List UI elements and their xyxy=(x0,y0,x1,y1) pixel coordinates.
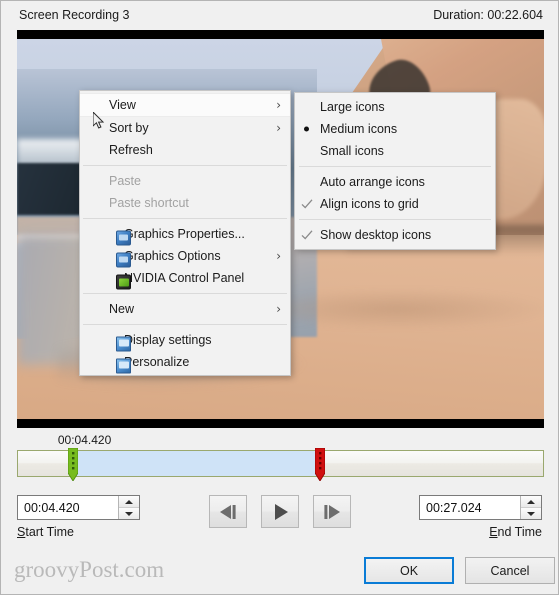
submenu-item-small-icons[interactable]: Small icons xyxy=(295,140,495,162)
caret-up-icon xyxy=(125,499,133,504)
menu-item-label: Personalize xyxy=(124,355,190,369)
menu-item-label: Paste xyxy=(109,174,141,188)
checkmark-icon xyxy=(301,199,313,209)
duration-label: Duration: 00:22.604 xyxy=(433,8,543,22)
display-settings-icon xyxy=(116,336,131,351)
trim-video-dialog: Screen Recording 3 Duration: 00:22.604 V xyxy=(0,0,559,595)
cancel-button[interactable]: Cancel xyxy=(465,557,555,584)
radio-selected-icon xyxy=(304,126,309,132)
menu-item-label: Sort by xyxy=(109,121,149,135)
graphics-properties-icon xyxy=(116,230,131,245)
submenu-item-auto-arrange-icons[interactable]: Auto arrange icons xyxy=(295,171,495,193)
menu-item-paste-shortcut: Paste shortcut xyxy=(80,192,290,214)
next-frame-icon xyxy=(324,504,340,519)
start-time-field[interactable]: 00:04.420 xyxy=(17,495,140,520)
end-time-value[interactable]: 00:27.024 xyxy=(420,501,520,515)
menu-separator xyxy=(299,219,491,220)
nvidia-control-panel-icon xyxy=(116,274,131,289)
previous-frame-icon xyxy=(220,504,236,519)
menu-separator xyxy=(83,293,287,294)
menu-item-label: Refresh xyxy=(109,143,153,157)
ok-button[interactable]: OK xyxy=(364,557,454,584)
submenu-item-large-icons[interactable]: Large icons xyxy=(295,96,495,118)
submenu-item-label: Show desktop icons xyxy=(320,228,432,242)
checkmark-icon xyxy=(301,230,313,240)
menu-item-nvidia-control-panel[interactable]: NVIDIA Control Panel xyxy=(80,267,290,289)
submenu-item-label: Medium icons xyxy=(320,122,398,136)
chevron-right-icon: › xyxy=(276,98,281,112)
personalize-icon xyxy=(116,358,131,373)
menu-item-view[interactable]: View › xyxy=(80,93,290,117)
submenu-item-align-icons-to-grid[interactable]: Align icons to grid xyxy=(295,193,495,215)
menu-separator xyxy=(83,324,287,325)
end-time-label-rest: nd Time xyxy=(497,525,542,539)
submenu-item-label: Align icons to grid xyxy=(320,197,419,211)
video-preview[interactable]: View › Sort by › Refresh Paste Paste shortcut G… xyxy=(17,30,544,428)
menu-separator xyxy=(83,218,287,219)
submenu-item-label: Small icons xyxy=(320,144,384,158)
menu-item-paste: Paste xyxy=(80,170,290,192)
play-button[interactable] xyxy=(261,495,299,528)
end-time-label: End Time xyxy=(489,525,542,539)
menu-separator xyxy=(299,166,491,167)
submenu-item-label: Auto arrange icons xyxy=(320,175,425,189)
menu-item-label: Graphics Properties... xyxy=(124,227,245,241)
menu-item-refresh[interactable]: Refresh xyxy=(80,139,290,161)
view-submenu[interactable]: Large icons Medium icons Small icons Auto a… xyxy=(294,92,496,250)
start-time-value[interactable]: 00:04.420 xyxy=(18,501,118,515)
playhead-time-label: 00:04.420 xyxy=(57,433,112,447)
trim-end-handle[interactable] xyxy=(315,448,326,481)
menu-item-display-settings[interactable]: Display settings xyxy=(80,329,290,351)
start-time-label: Start Time xyxy=(17,525,74,539)
menu-item-label: Graphics Options xyxy=(124,249,221,263)
start-time-increment-button[interactable] xyxy=(119,496,139,508)
end-time-decrement-button[interactable] xyxy=(521,508,541,519)
caret-down-icon xyxy=(527,511,535,516)
page-title: Screen Recording 3 xyxy=(19,8,130,22)
previous-frame-button[interactable] xyxy=(209,495,247,528)
graphics-options-icon xyxy=(116,252,131,267)
menu-item-personalize[interactable]: Personalize xyxy=(80,351,290,373)
submenu-item-medium-icons[interactable]: Medium icons xyxy=(295,118,495,140)
chevron-right-icon: › xyxy=(276,121,281,135)
watermark: groovyPost.com xyxy=(14,557,165,582)
desktop-context-menu[interactable]: View › Sort by › Refresh Paste Paste shortcut G… xyxy=(79,90,291,376)
menu-item-new[interactable]: New › xyxy=(80,298,290,320)
start-time-label-rest: tart Time xyxy=(25,525,74,539)
end-time-increment-button[interactable] xyxy=(521,496,541,508)
menu-item-label: NVIDIA Control Panel xyxy=(124,271,245,285)
menu-separator xyxy=(83,165,287,166)
start-time-stepper[interactable] xyxy=(118,496,139,519)
chevron-right-icon: › xyxy=(276,249,281,263)
caret-down-icon xyxy=(125,511,133,516)
end-time-accelerator: E xyxy=(489,525,498,539)
play-icon xyxy=(275,503,288,520)
end-time-field[interactable]: 00:27.024 xyxy=(419,495,542,520)
title-bar: Screen Recording 3 Duration: 00:22.604 xyxy=(2,2,558,30)
start-time-decrement-button[interactable] xyxy=(119,508,139,519)
menu-item-graphics-options[interactable]: Graphics Options › xyxy=(80,245,290,267)
menu-item-label: New xyxy=(109,302,135,316)
chevron-right-icon: › xyxy=(276,302,281,316)
trim-selection-range[interactable] xyxy=(73,451,322,476)
menu-item-label: Paste shortcut xyxy=(109,196,189,210)
submenu-item-show-desktop-icons[interactable]: Show desktop icons xyxy=(295,224,495,246)
submenu-item-label: Large icons xyxy=(320,100,385,114)
menu-item-sort-by[interactable]: Sort by › xyxy=(80,117,290,139)
end-time-stepper[interactable] xyxy=(520,496,541,519)
menu-item-label: Display settings xyxy=(124,333,212,347)
caret-up-icon xyxy=(527,499,535,504)
menu-item-label: View xyxy=(109,98,136,112)
next-frame-button[interactable] xyxy=(313,495,351,528)
menu-item-graphics-properties[interactable]: Graphics Properties... xyxy=(80,223,290,245)
trim-start-handle[interactable] xyxy=(67,448,78,481)
sand-ridge xyxy=(247,289,544,329)
